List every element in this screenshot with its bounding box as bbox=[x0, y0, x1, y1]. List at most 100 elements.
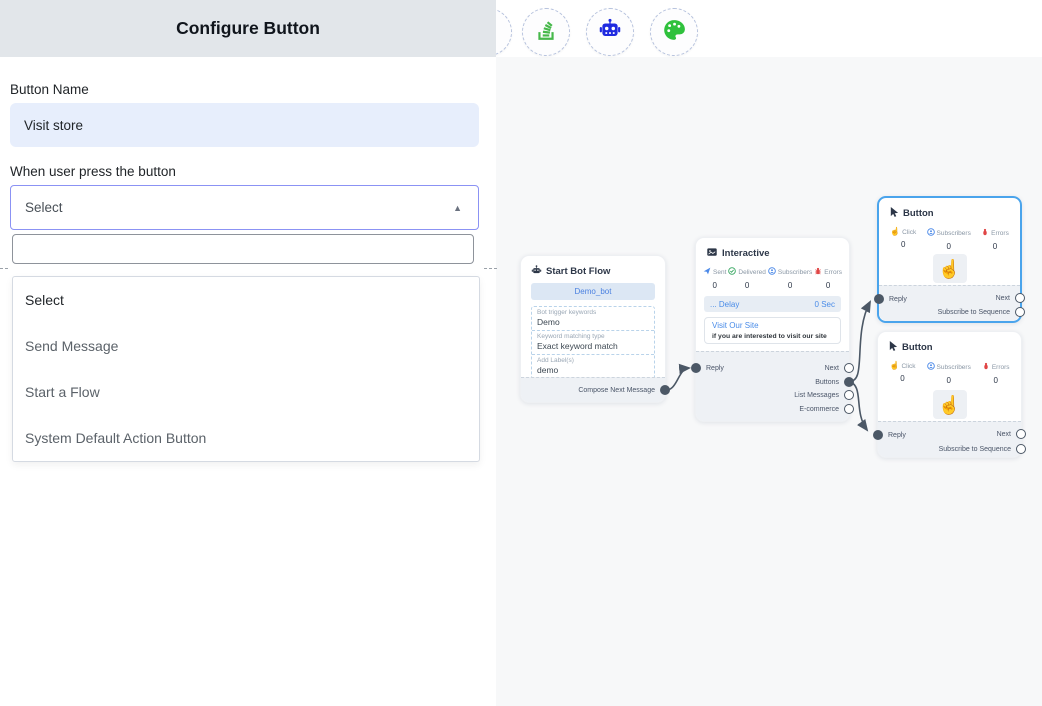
start-bot-flow-node[interactable]: Start Bot Flow Demo_bot Bot trigger keyw… bbox=[520, 255, 666, 403]
bot-name-chip[interactable]: Demo_bot bbox=[531, 283, 655, 300]
node-title: Button bbox=[903, 208, 934, 219]
option-list: Select Send Message Start a Flow System … bbox=[12, 276, 480, 462]
click-hand-icon: ☝ bbox=[890, 228, 900, 236]
person-circle-icon bbox=[768, 267, 776, 277]
reply-port[interactable]: Reply bbox=[873, 430, 906, 440]
palette-icon bbox=[662, 18, 686, 47]
interactive-message-box[interactable]: Visit Our Site if you are interested to … bbox=[704, 317, 841, 344]
stat-errors: Errors 0 bbox=[982, 362, 1010, 385]
person-circle-icon bbox=[927, 362, 935, 372]
port-dot[interactable] bbox=[844, 377, 854, 387]
field-label: Keyword matching type bbox=[537, 333, 649, 340]
port-dot[interactable] bbox=[1016, 429, 1026, 439]
message-body: if you are interested to visit our site bbox=[712, 333, 833, 340]
port-dot[interactable] bbox=[844, 404, 854, 414]
next-port[interactable]: Next bbox=[825, 363, 854, 373]
port-label: Next bbox=[996, 295, 1010, 302]
stack-icon bbox=[534, 18, 558, 47]
card-icon bbox=[706, 246, 718, 261]
action-select[interactable]: Select ▲ bbox=[10, 185, 479, 230]
port-label: Buttons bbox=[815, 379, 839, 386]
dropdown-search-input[interactable] bbox=[12, 234, 474, 264]
delay-bar[interactable]: ... Delay 0 Sec bbox=[704, 296, 841, 312]
port-dot[interactable] bbox=[1016, 444, 1026, 454]
field-value: Exact keyword match bbox=[537, 341, 649, 351]
stat-subscribers: Subscribers 0 bbox=[927, 228, 971, 251]
buttons-port[interactable]: Buttons bbox=[815, 377, 854, 387]
option-send-message[interactable]: Send Message bbox=[13, 323, 479, 369]
delay-label: ... Delay bbox=[710, 300, 739, 309]
check-circle-icon bbox=[728, 267, 736, 277]
button-name-input[interactable] bbox=[10, 103, 479, 147]
stat-subscribers: Subscribers 0 bbox=[927, 362, 971, 385]
field-value: demo bbox=[537, 365, 649, 375]
stat-subscribers: Subscribers 0 bbox=[768, 267, 812, 290]
hand-pointer-icon: ☝ bbox=[938, 396, 960, 414]
option-system-default-action-button[interactable]: System Default Action Button bbox=[13, 415, 479, 461]
subscribe-sequence-port[interactable]: Subscribe to Sequence bbox=[939, 444, 1026, 454]
stack-tool-button[interactable] bbox=[522, 8, 570, 56]
reply-port[interactable]: Reply bbox=[691, 363, 724, 373]
next-port[interactable]: Next bbox=[997, 429, 1026, 439]
bug-icon bbox=[814, 267, 822, 277]
port-dot[interactable] bbox=[873, 430, 883, 440]
option-select[interactable]: Select bbox=[13, 277, 479, 323]
configure-button-panel: Configure Button Button Name When user p… bbox=[0, 0, 496, 706]
stat-errors: Errors 0 bbox=[981, 228, 1009, 251]
field-value: Demo bbox=[537, 317, 649, 327]
next-port[interactable]: Next bbox=[996, 293, 1025, 303]
send-icon bbox=[703, 267, 711, 277]
port-label: Subscribe to Sequence bbox=[939, 446, 1011, 453]
port-label: Reply bbox=[889, 296, 907, 303]
stats-row: ☝Click 0 Subscribers 0 Errors 0 bbox=[884, 362, 1015, 385]
bug-icon bbox=[981, 228, 989, 238]
reply-port[interactable]: Reply bbox=[874, 294, 907, 304]
action-label: When user press the button bbox=[10, 164, 176, 179]
field-label: Add Label(s) bbox=[537, 357, 649, 364]
port-dot[interactable] bbox=[1015, 293, 1025, 303]
robot-tool-button[interactable] bbox=[586, 8, 634, 56]
palette-tool-button[interactable] bbox=[650, 8, 698, 56]
button-hand-preview: ☝ bbox=[933, 254, 967, 283]
field-row: Bot trigger keywords Demo bbox=[532, 307, 654, 331]
delay-value: 0 Sec bbox=[815, 300, 835, 309]
port-dot[interactable] bbox=[844, 363, 854, 373]
button-node-1[interactable]: Button ☝Click 0 Subscribers 0 Errors 0 ☝… bbox=[877, 196, 1022, 323]
list-messages-port[interactable]: List Messages bbox=[794, 390, 854, 400]
button-hand-preview: ☝ bbox=[933, 390, 967, 419]
panel-header: Configure Button bbox=[0, 0, 496, 57]
port-label: Next bbox=[997, 431, 1011, 438]
stat-errors: Errors 0 bbox=[814, 267, 842, 290]
compose-next-message-port[interactable]: Compose Next Message bbox=[578, 385, 670, 395]
port-dot[interactable] bbox=[874, 294, 884, 304]
port-label: Compose Next Message bbox=[578, 387, 655, 394]
port-dot[interactable] bbox=[1015, 307, 1025, 317]
port-dot[interactable] bbox=[844, 390, 854, 400]
port-label: List Messages bbox=[794, 392, 839, 399]
interactive-header: Interactive bbox=[706, 246, 770, 261]
person-circle-icon bbox=[927, 228, 935, 238]
field-label: Bot trigger keywords bbox=[537, 309, 649, 316]
node-title: Start Bot Flow bbox=[546, 266, 610, 277]
ecommerce-port[interactable]: E-commerce bbox=[799, 404, 854, 414]
port-label: Reply bbox=[888, 432, 906, 439]
field-row: Add Label(s) demo bbox=[532, 355, 654, 378]
port-label: E-commerce bbox=[799, 406, 839, 413]
button-node-2[interactable]: Button ☝Click 0 Subscribers 0 Errors 0 ☝… bbox=[877, 331, 1022, 458]
port-label: Next bbox=[825, 365, 839, 372]
port-label: Subscribe to Sequence bbox=[938, 309, 1010, 316]
button-node-header: Button bbox=[889, 206, 934, 221]
subscribe-sequence-port[interactable]: Subscribe to Sequence bbox=[938, 307, 1025, 317]
interactive-node[interactable]: Interactive Sent 0 Delivered 0 Subscribe… bbox=[695, 237, 850, 422]
stat-click: ☝Click 0 bbox=[890, 228, 916, 251]
node-title: Interactive bbox=[722, 248, 770, 259]
option-start-a-flow[interactable]: Start a Flow bbox=[13, 369, 479, 415]
port-dot[interactable] bbox=[660, 385, 670, 395]
node-title: Button bbox=[902, 342, 933, 353]
stat-sent: Sent 0 bbox=[703, 267, 726, 290]
port-dot[interactable] bbox=[691, 363, 701, 373]
port-label: Reply bbox=[706, 365, 724, 372]
click-hand-icon: ☝ bbox=[889, 362, 899, 370]
cursor-icon bbox=[888, 340, 898, 355]
button-node-header: Button bbox=[888, 340, 933, 355]
